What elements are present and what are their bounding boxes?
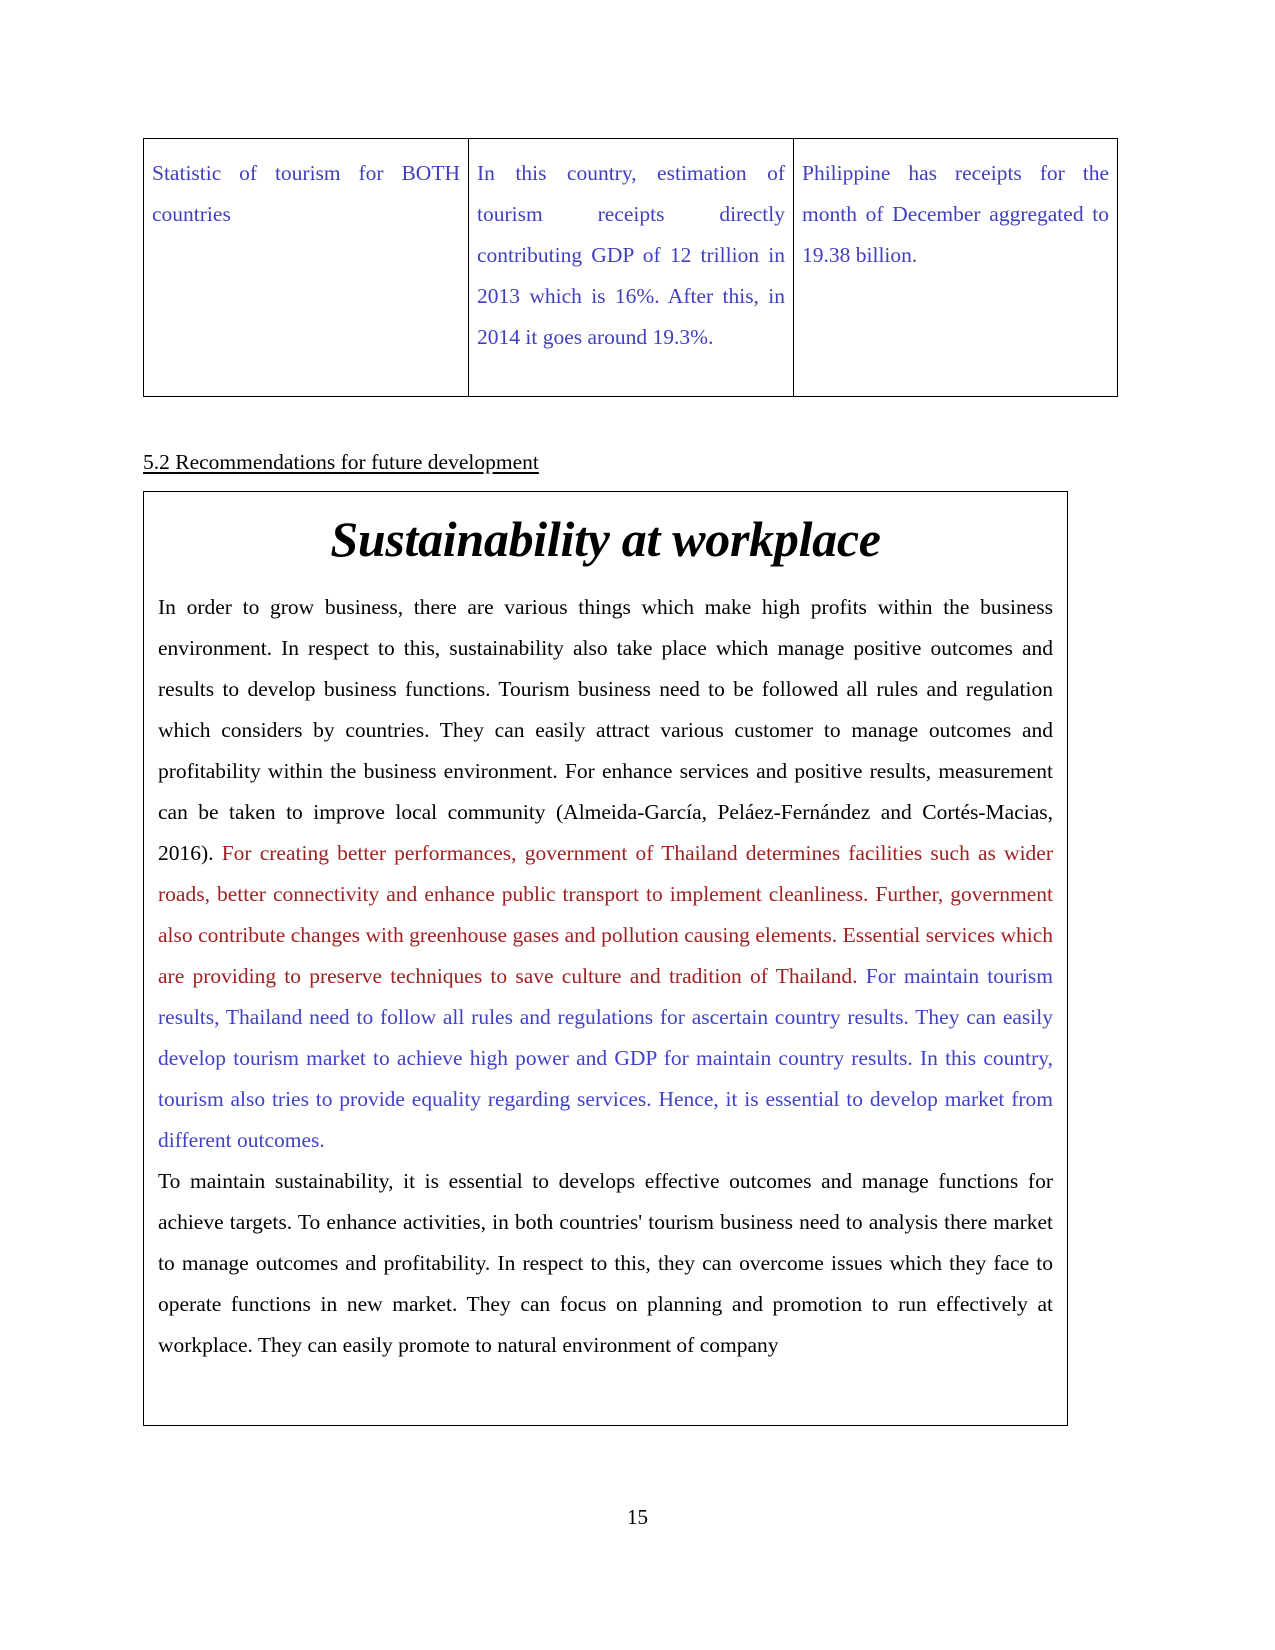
table-cell-thailand-text: In this country, estimation of tourism r… [477,161,785,349]
page-number: 15 [627,1505,648,1529]
table-cell-label: Statistic of tourism for BOTH countries [143,138,469,397]
sustainability-text-box: Sustainability at workplace In order to … [143,491,1068,1426]
table-cell-thailand: In this country, estimation of tourism r… [468,138,794,397]
table-row: Statistic of tourism for BOTH countries … [143,138,1118,397]
table-cell-label-text: Statistic of tourism for BOTH countries [152,161,460,226]
paragraph-one-blue-segment: For maintain tourism results, Thailand n… [158,964,1053,1152]
paragraph-one-black-segment: In order to grow business, there are var… [158,595,1053,865]
section-heading: 5.2 Recommendations for future developme… [143,450,539,474]
page-title: Sustainability at workplace [330,511,881,567]
text-box-content: Sustainability at workplace In order to … [144,492,1067,1366]
document-page: Statistic of tourism for BOTH countries … [0,0,1275,1650]
table-cell-philippine: Philippine has receipts for the month of… [793,138,1118,397]
paragraph-two: To maintain sustainability, it is essent… [158,1169,1053,1357]
paragraph-one: In order to grow business, there are var… [158,587,1053,1161]
table-cell-philippine-text: Philippine has receipts for the month of… [802,161,1109,267]
tourism-statistics-table: Statistic of tourism for BOTH countries … [143,138,1118,397]
